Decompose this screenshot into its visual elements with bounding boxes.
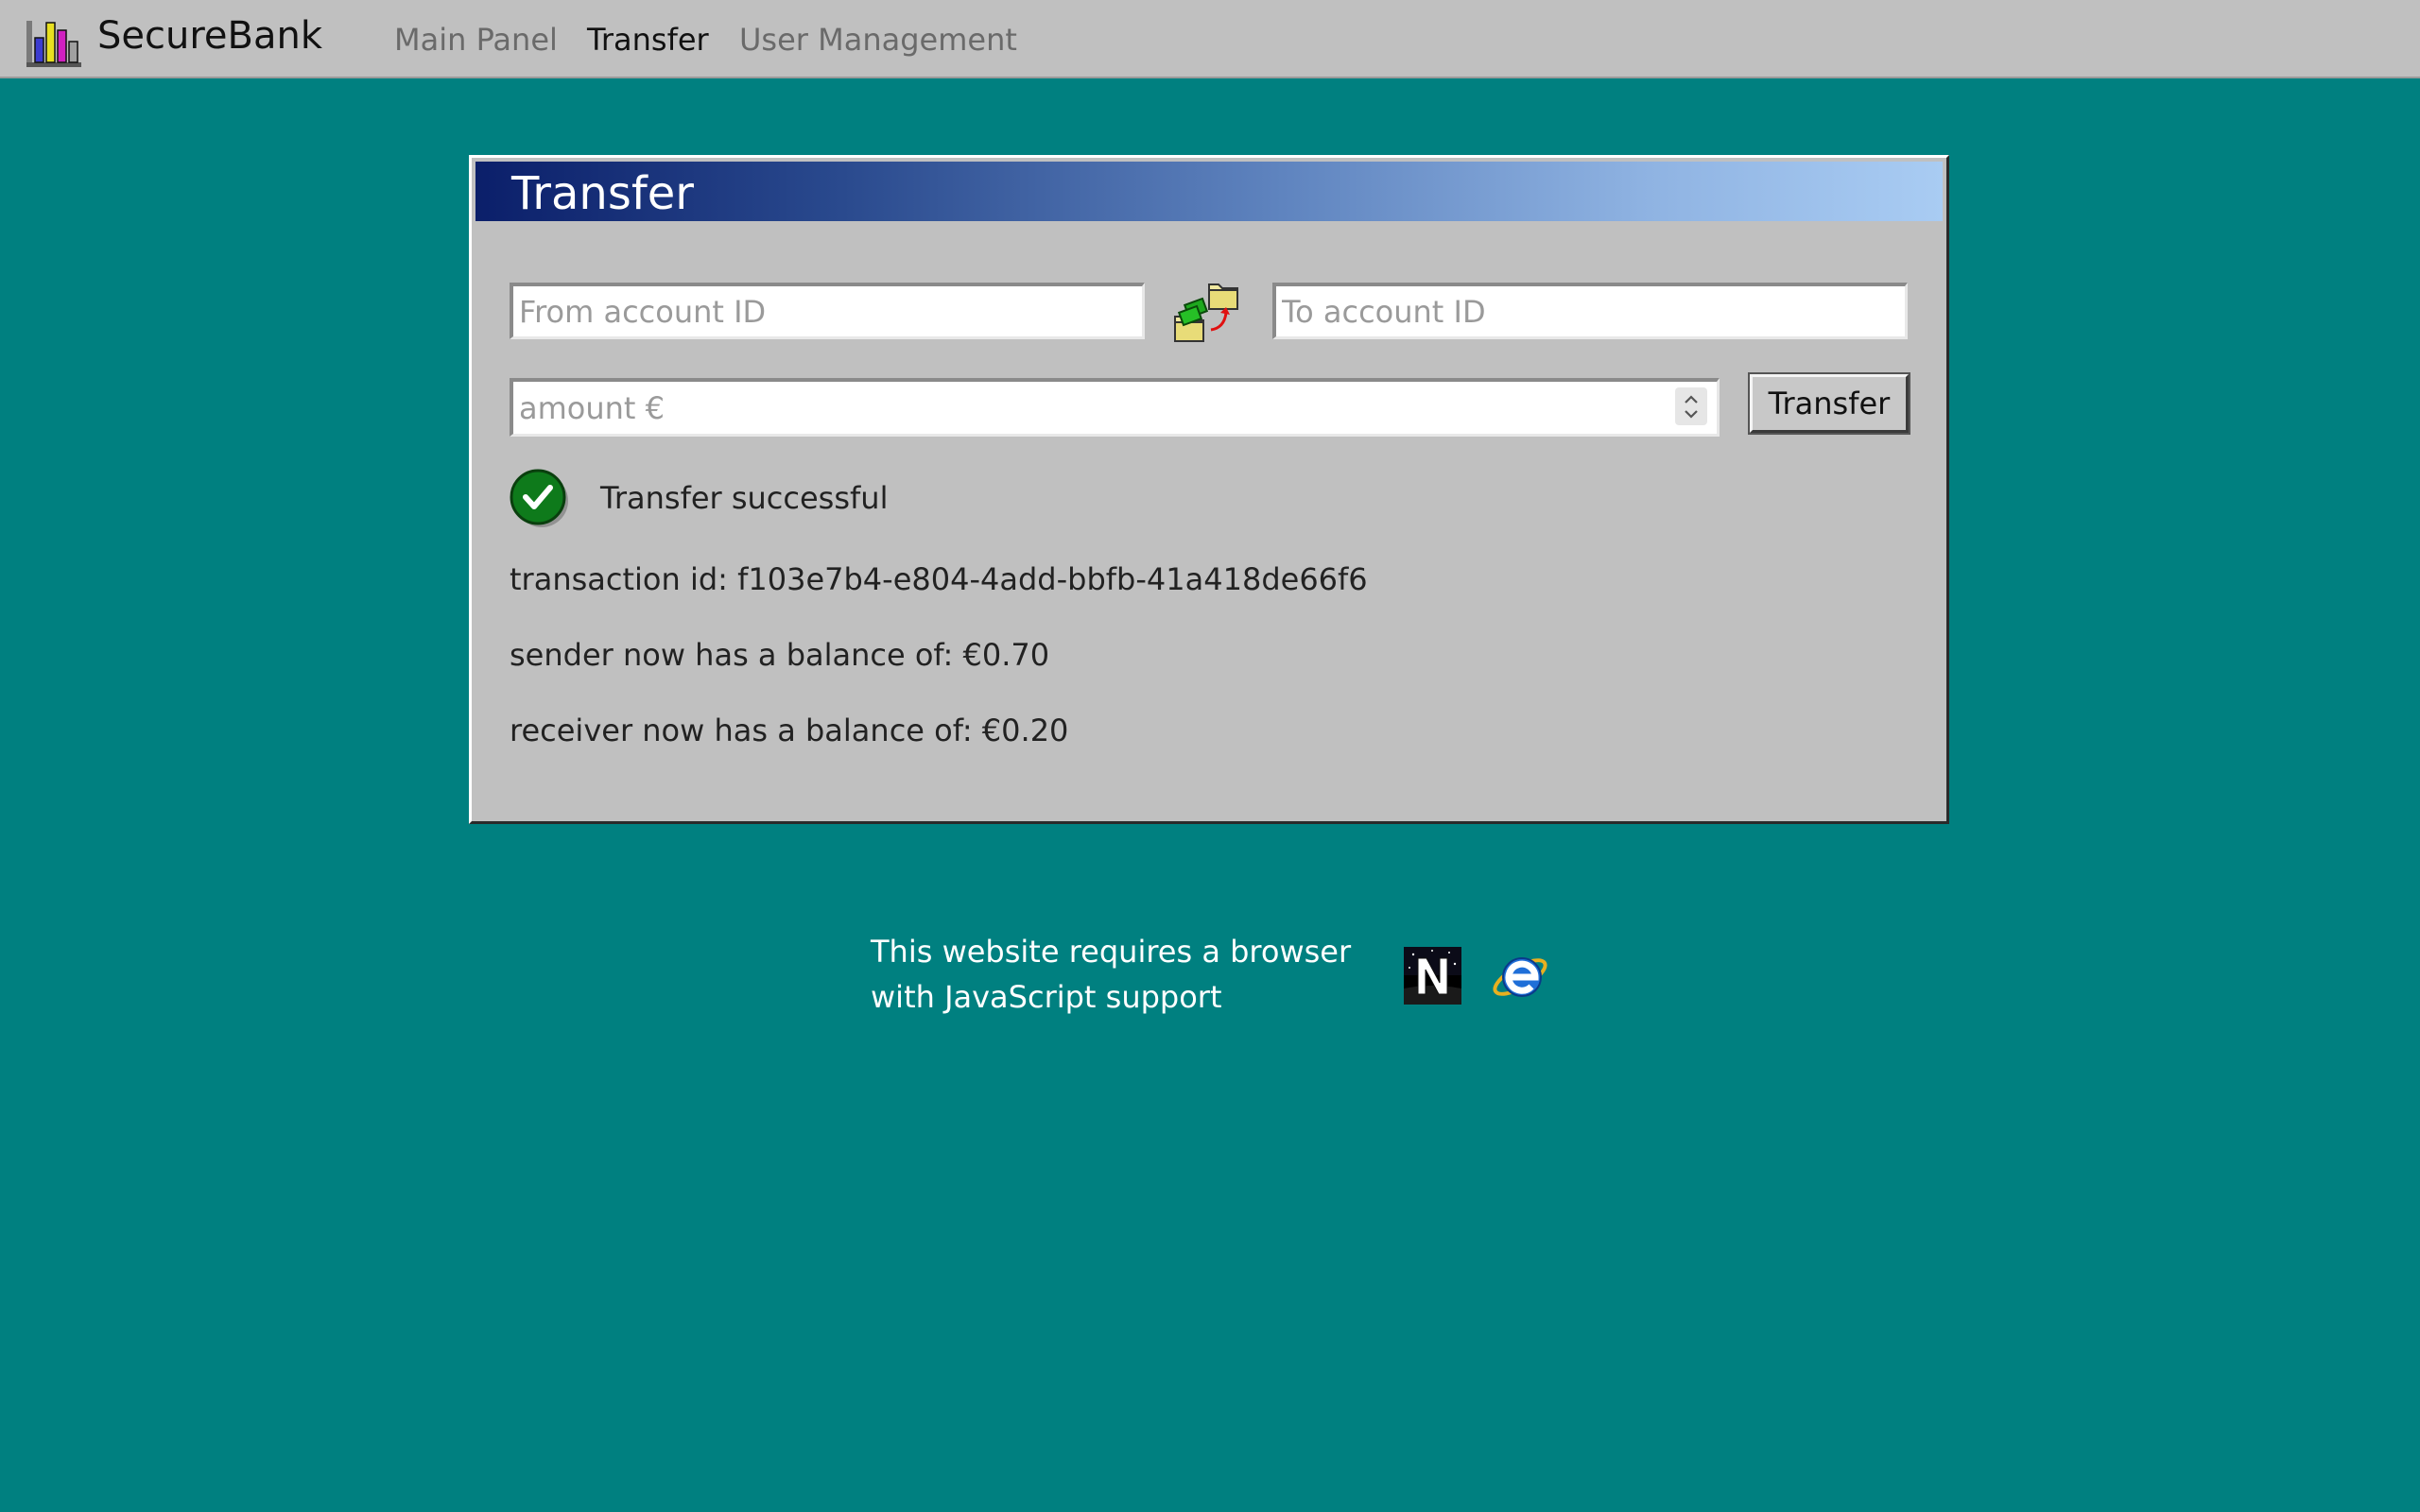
browser-requirement-note: This website requires a browser with Jav…: [871, 929, 1400, 1020]
nav-item-main-panel[interactable]: Main Panel: [394, 19, 558, 60]
brand-name[interactable]: SecureBank: [97, 12, 322, 60]
transfer-panel: Transfer Transfer Transfer successful tr…: [469, 155, 1949, 824]
receiver-balance-text: receiver now has a balance of: €0.20: [510, 713, 1069, 748]
status-message: Transfer successful: [600, 480, 889, 516]
panel-title: Transfer: [511, 167, 695, 220]
nav-item-user-management[interactable]: User Management: [739, 19, 1017, 60]
netscape-icon: [1404, 947, 1461, 1005]
browser-note-line-2: with JavaScript support: [871, 979, 1222, 1015]
from-account-input[interactable]: [510, 283, 1145, 339]
nav-item-transfer[interactable]: Transfer: [587, 19, 709, 60]
swap-accounts-icon[interactable]: [1171, 275, 1243, 347]
amount-input[interactable]: [510, 378, 1720, 437]
transaction-id-text: transaction id: f103e7b4-e804-4add-bbfb-…: [510, 561, 1368, 597]
internet-explorer-icon: [1493, 957, 1547, 997]
sender-balance-text: sender now has a balance of: €0.70: [510, 637, 1050, 673]
transfer-button[interactable]: Transfer: [1748, 372, 1910, 435]
top-navbar: SecureBank Main Panel Transfer User Mana…: [0, 0, 2420, 78]
to-account-input[interactable]: [1272, 283, 1908, 339]
panel-titlebar: Transfer: [475, 162, 1943, 221]
browser-note-line-1: This website requires a browser: [871, 934, 1352, 970]
bar-chart-logo-icon[interactable]: [25, 13, 85, 68]
amount-stepper[interactable]: [1675, 387, 1707, 425]
checkmark-icon: [510, 469, 568, 527]
